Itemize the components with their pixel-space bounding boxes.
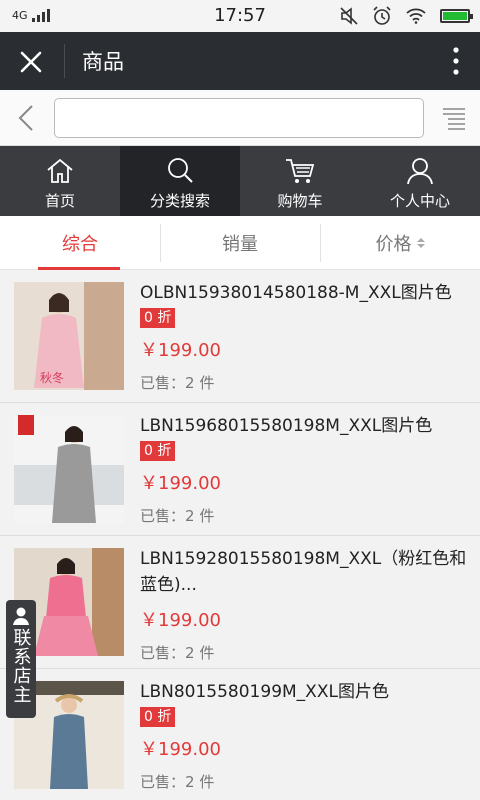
- discount-badge: 0 折: [140, 707, 176, 727]
- product-name[interactable]: LBN15928015580198M_XXL（粉红色和蓝色)...: [140, 546, 470, 598]
- close-icon[interactable]: [14, 45, 48, 79]
- contact-seller-label: 联系店主: [10, 628, 32, 704]
- user-icon: [407, 158, 433, 185]
- page-title: 商品: [82, 50, 124, 74]
- nav-home[interactable]: 首页: [0, 146, 120, 216]
- product-item[interactable]: 秋冬 OLBN15938014580188-M_XXL图片色 0 折 ￥199.…: [0, 270, 480, 403]
- person-icon: [13, 607, 29, 625]
- product-list: 秋冬 OLBN15938014580188-M_XXL图片色 0 折 ￥199.…: [0, 270, 480, 800]
- sold-count: 已售：2 件: [140, 374, 215, 392]
- product-name[interactable]: LBN8015580199M_XXL图片色: [140, 679, 470, 705]
- contact-seller-button[interactable]: 联系店主: [6, 600, 36, 718]
- tab-overall-label: 综合: [62, 234, 98, 255]
- title-divider: [64, 44, 65, 78]
- product-item[interactable]: LBN15928015580198M_XXL（粉红色和蓝色)... ￥199.0…: [0, 536, 480, 669]
- back-icon[interactable]: [12, 102, 42, 134]
- nav-category-search[interactable]: 分类搜索: [120, 146, 240, 216]
- product-price: ￥199.00: [140, 739, 221, 760]
- product-price: ￥199.00: [140, 473, 221, 494]
- product-item[interactable]: LBN8015580199M_XXL图片色 0 折 ￥199.00 已售：2 件: [0, 669, 480, 800]
- sort-tabs: 综合 销量 价格: [0, 216, 480, 270]
- tab-sales-label: 销量: [222, 234, 258, 255]
- product-item[interactable]: LBN15968015580198M_XXL图片色 0 折 ￥199.00 已售…: [0, 403, 480, 536]
- sort-toggle-icon: [416, 238, 425, 248]
- svg-text:秋冬: 秋冬: [40, 370, 64, 385]
- sold-count: 已售：2 件: [140, 507, 215, 525]
- wifi-icon: [406, 8, 426, 24]
- battery-icon: [440, 9, 473, 23]
- search-icon: [168, 158, 193, 183]
- tab-overall[interactable]: 综合: [0, 216, 160, 270]
- alarm-icon: [373, 6, 391, 25]
- nav-cart-label: 购物车: [277, 192, 323, 210]
- sold-count: 已售：2 件: [140, 644, 215, 662]
- product-image[interactable]: 秋冬: [14, 282, 124, 390]
- tab-price-label: 价格: [375, 234, 412, 255]
- discount-badge: 0 折: [140, 308, 176, 328]
- search-box: [54, 98, 424, 138]
- tab-sales[interactable]: 销量: [160, 216, 320, 270]
- main-nav: 首页 分类搜索 购物车 个人中心: [0, 146, 480, 216]
- home-icon: [47, 158, 73, 183]
- more-icon[interactable]: [452, 46, 460, 76]
- mute-icon: [340, 7, 358, 25]
- status-bar: 4G 17:57: [0, 0, 480, 32]
- search-input[interactable]: [55, 99, 423, 137]
- nav-cart[interactable]: 购物车: [240, 146, 360, 216]
- product-name[interactable]: LBN15968015580198M_XXL图片色: [140, 413, 470, 439]
- product-price: ￥199.00: [140, 610, 221, 631]
- sold-count: 已售：2 件: [140, 773, 215, 791]
- product-name[interactable]: OLBN15938014580188-M_XXL图片色: [140, 280, 470, 306]
- product-image[interactable]: [14, 415, 124, 523]
- nav-category-search-label: 分类搜索: [149, 192, 210, 210]
- search-row: [0, 90, 480, 146]
- cart-icon: [286, 159, 315, 183]
- title-bar: 商品: [0, 32, 480, 90]
- tab-price[interactable]: 价格: [320, 216, 480, 270]
- nav-profile-label: 个人中心: [389, 192, 450, 210]
- list-view-icon[interactable]: [440, 104, 468, 132]
- nav-home-label: 首页: [44, 192, 75, 210]
- product-price: ￥199.00: [140, 340, 221, 361]
- nav-profile[interactable]: 个人中心: [360, 146, 480, 216]
- discount-badge: 0 折: [140, 441, 176, 461]
